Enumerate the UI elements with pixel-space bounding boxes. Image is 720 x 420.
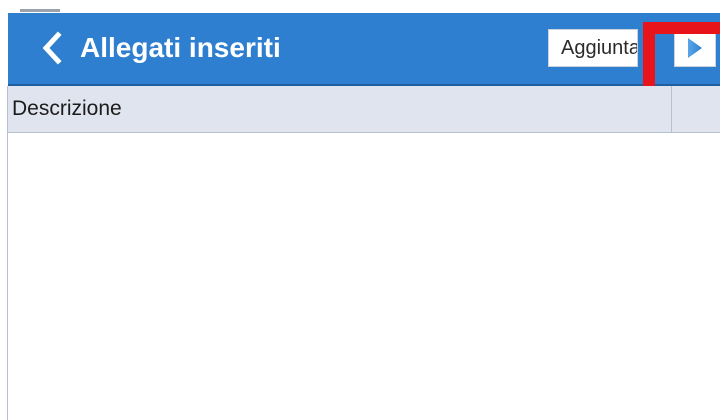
tab-indicator xyxy=(20,9,60,12)
app-header: Allegati inseriti Aggiunta xyxy=(8,13,720,86)
attachments-list xyxy=(8,133,720,420)
add-button[interactable]: Aggiunta xyxy=(548,29,638,67)
page-title: Allegati inseriti xyxy=(80,32,281,63)
back-button[interactable] xyxy=(38,30,68,66)
column-header-descrizione[interactable]: Descrizione xyxy=(12,96,122,122)
attachments-screen: Allegati inseriti Aggiunta Descrizione xyxy=(0,0,720,420)
play-triangle-icon xyxy=(688,38,702,58)
toolbar-separator xyxy=(644,33,646,65)
chevron-left-icon xyxy=(42,31,62,65)
next-button[interactable] xyxy=(674,29,716,67)
column-divider[interactable] xyxy=(671,86,672,132)
top-strip xyxy=(0,0,720,13)
table-header: Descrizione xyxy=(8,86,720,133)
